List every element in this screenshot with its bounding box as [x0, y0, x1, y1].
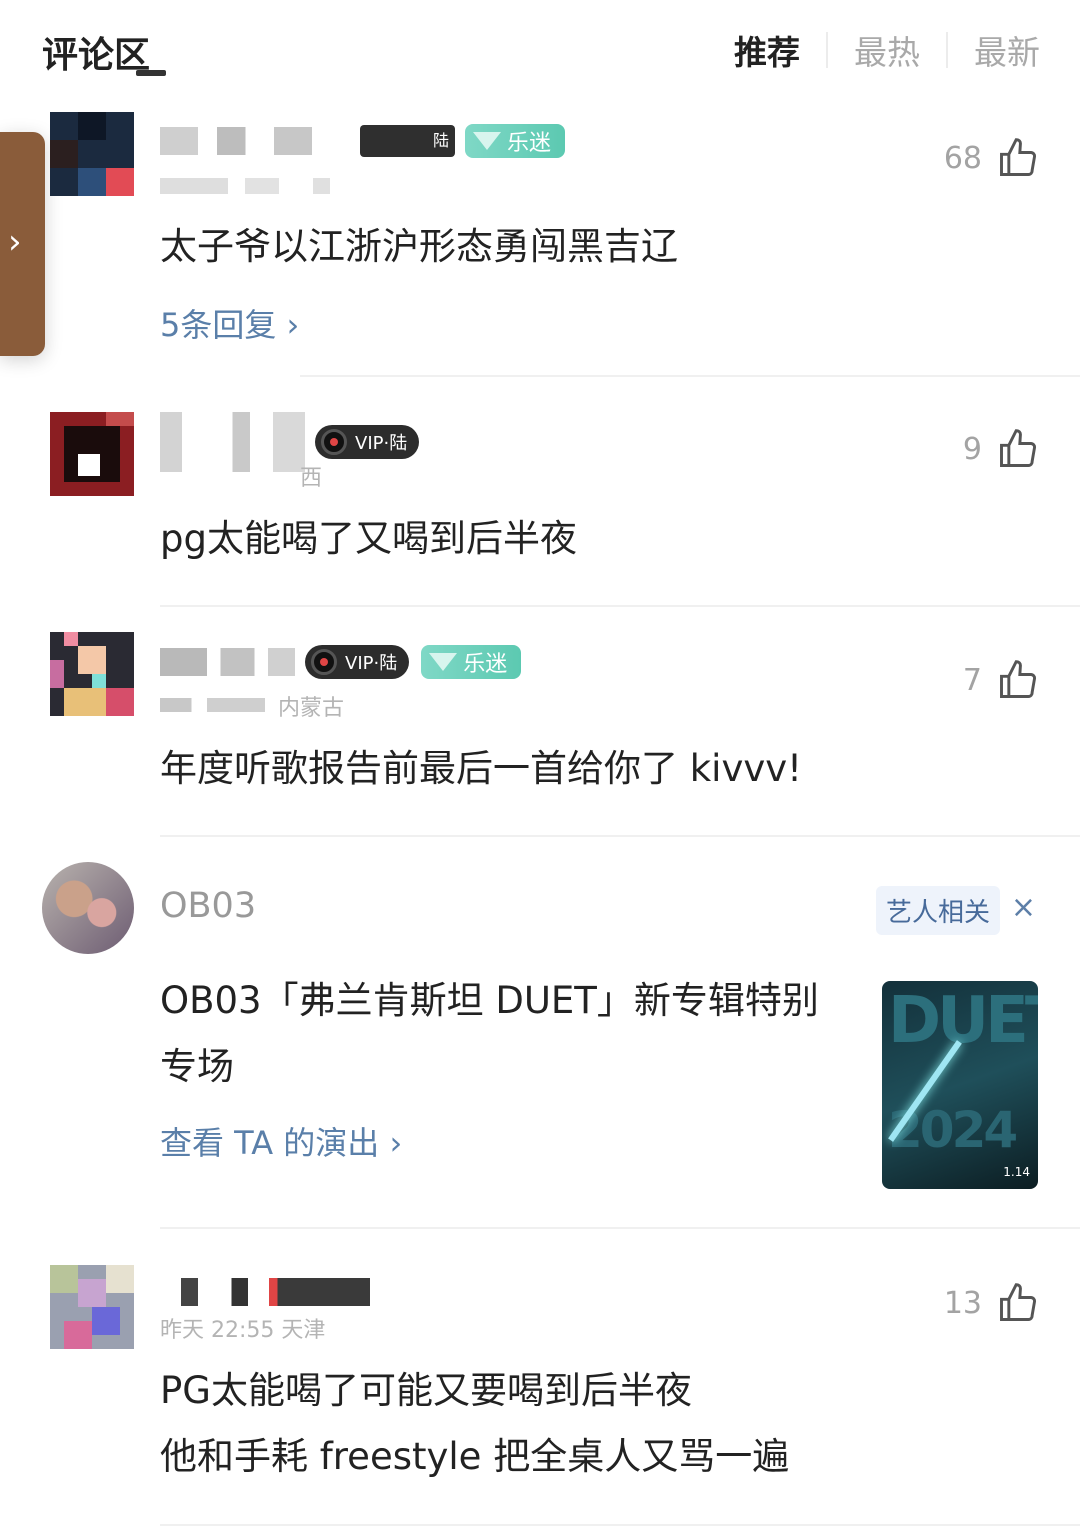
- like-control[interactable]: 68: [944, 136, 1040, 180]
- vinyl-disc-icon: [311, 649, 337, 675]
- artist-card-text-line1: OB03「弗兰肯斯坦 DUET」新专辑特别: [160, 979, 819, 1022]
- like-count: 9: [962, 431, 982, 467]
- fan-badge: 乐迷: [421, 645, 522, 679]
- blurred-username: [160, 412, 305, 472]
- thumbs-up-icon[interactable]: [996, 427, 1040, 471]
- artist-related-tag: 艺人相关: [875, 886, 1000, 935]
- like-count: 7: [962, 662, 982, 698]
- avatar[interactable]: [50, 632, 134, 716]
- blurred-username: [160, 648, 295, 676]
- comment-text-line2: 他和手耗 freestyle 把全桌人又骂一遍: [160, 1435, 790, 1478]
- thumbs-up-icon[interactable]: [996, 136, 1040, 180]
- chevron-right-icon: ›: [8, 222, 22, 262]
- like-count: 13: [943, 1285, 982, 1321]
- tab-hottest[interactable]: 最热: [828, 26, 946, 74]
- sort-tabs: 推荐 最热 最新: [708, 26, 1040, 74]
- blurred-meta: [160, 698, 265, 712]
- comment-text: 年度听歌报告前最后一首给你了 kivvv!: [160, 747, 802, 790]
- thumbs-up-icon[interactable]: [996, 658, 1040, 702]
- comments-header: 评论区 推荐 最热 最新: [0, 0, 1080, 100]
- like-count: 68: [943, 140, 982, 176]
- vinyl-disc-icon: [321, 429, 347, 455]
- vip-badge: VIP·陆: [305, 645, 410, 679]
- comment-text-line1: PG太能喝了可能又要喝到后半夜: [160, 1369, 692, 1412]
- user-location: 西: [300, 466, 323, 491]
- fan-badge-icon: [429, 653, 458, 671]
- fan-badge: 乐迷: [465, 124, 566, 158]
- like-control[interactable]: 13: [944, 1281, 1040, 1325]
- like-control[interactable]: 9: [963, 427, 1040, 471]
- divider: [160, 605, 1080, 607]
- avatar[interactable]: [50, 112, 134, 196]
- divider: [160, 1227, 1080, 1229]
- album-poster-image[interactable]: DUET 2024 1.14: [882, 981, 1038, 1189]
- tab-recommended[interactable]: 推荐: [708, 26, 826, 74]
- comment-text: pg太能喝了又喝到后半夜: [160, 517, 577, 560]
- page-title: 评论区: [42, 35, 151, 76]
- side-drawer-handle[interactable]: ›: [0, 132, 45, 356]
- blurred-username: [160, 1278, 370, 1306]
- blurred-username: [160, 127, 350, 155]
- poster-date: 1.14: [1003, 1165, 1030, 1179]
- artist-name[interactable]: OB03: [160, 886, 256, 926]
- avatar[interactable]: [50, 412, 134, 496]
- close-icon[interactable]: ×: [1011, 890, 1036, 925]
- username-row: VIP·陆 乐迷: [160, 645, 522, 679]
- blurred-meta: [160, 178, 330, 194]
- divider: [300, 375, 1080, 377]
- avatar[interactable]: [50, 1265, 134, 1349]
- view-shows-link[interactable]: 查看 TA 的演出 ›: [160, 1118, 402, 1164]
- username-row: 陆 乐迷: [160, 124, 566, 158]
- fan-badge-icon: [473, 132, 501, 150]
- username-row: [160, 1278, 380, 1306]
- tab-latest[interactable]: 最新: [948, 26, 1040, 74]
- divider: [160, 835, 1080, 837]
- thumbs-up-icon[interactable]: [996, 1281, 1040, 1325]
- artist-card-text-line2: 专场: [160, 1045, 234, 1088]
- username-row: VIP·陆: [160, 412, 431, 472]
- poster-title: DUET: [888, 984, 1038, 1058]
- comment-text: 太子爷以江浙沪形态勇闯黑吉辽: [160, 225, 678, 268]
- vip-badge-partial: 陆: [360, 125, 455, 157]
- artist-avatar[interactable]: [42, 862, 134, 954]
- user-location: 内蒙古: [278, 696, 345, 721]
- view-replies-link[interactable]: 5条回复 ›: [160, 300, 299, 346]
- comment-meta: 昨天 22:55 天津: [160, 1318, 326, 1343]
- title-underline: [136, 70, 166, 76]
- like-control[interactable]: 7: [963, 658, 1040, 702]
- divider: [160, 1524, 1080, 1526]
- vip-badge: VIP·陆: [315, 425, 420, 459]
